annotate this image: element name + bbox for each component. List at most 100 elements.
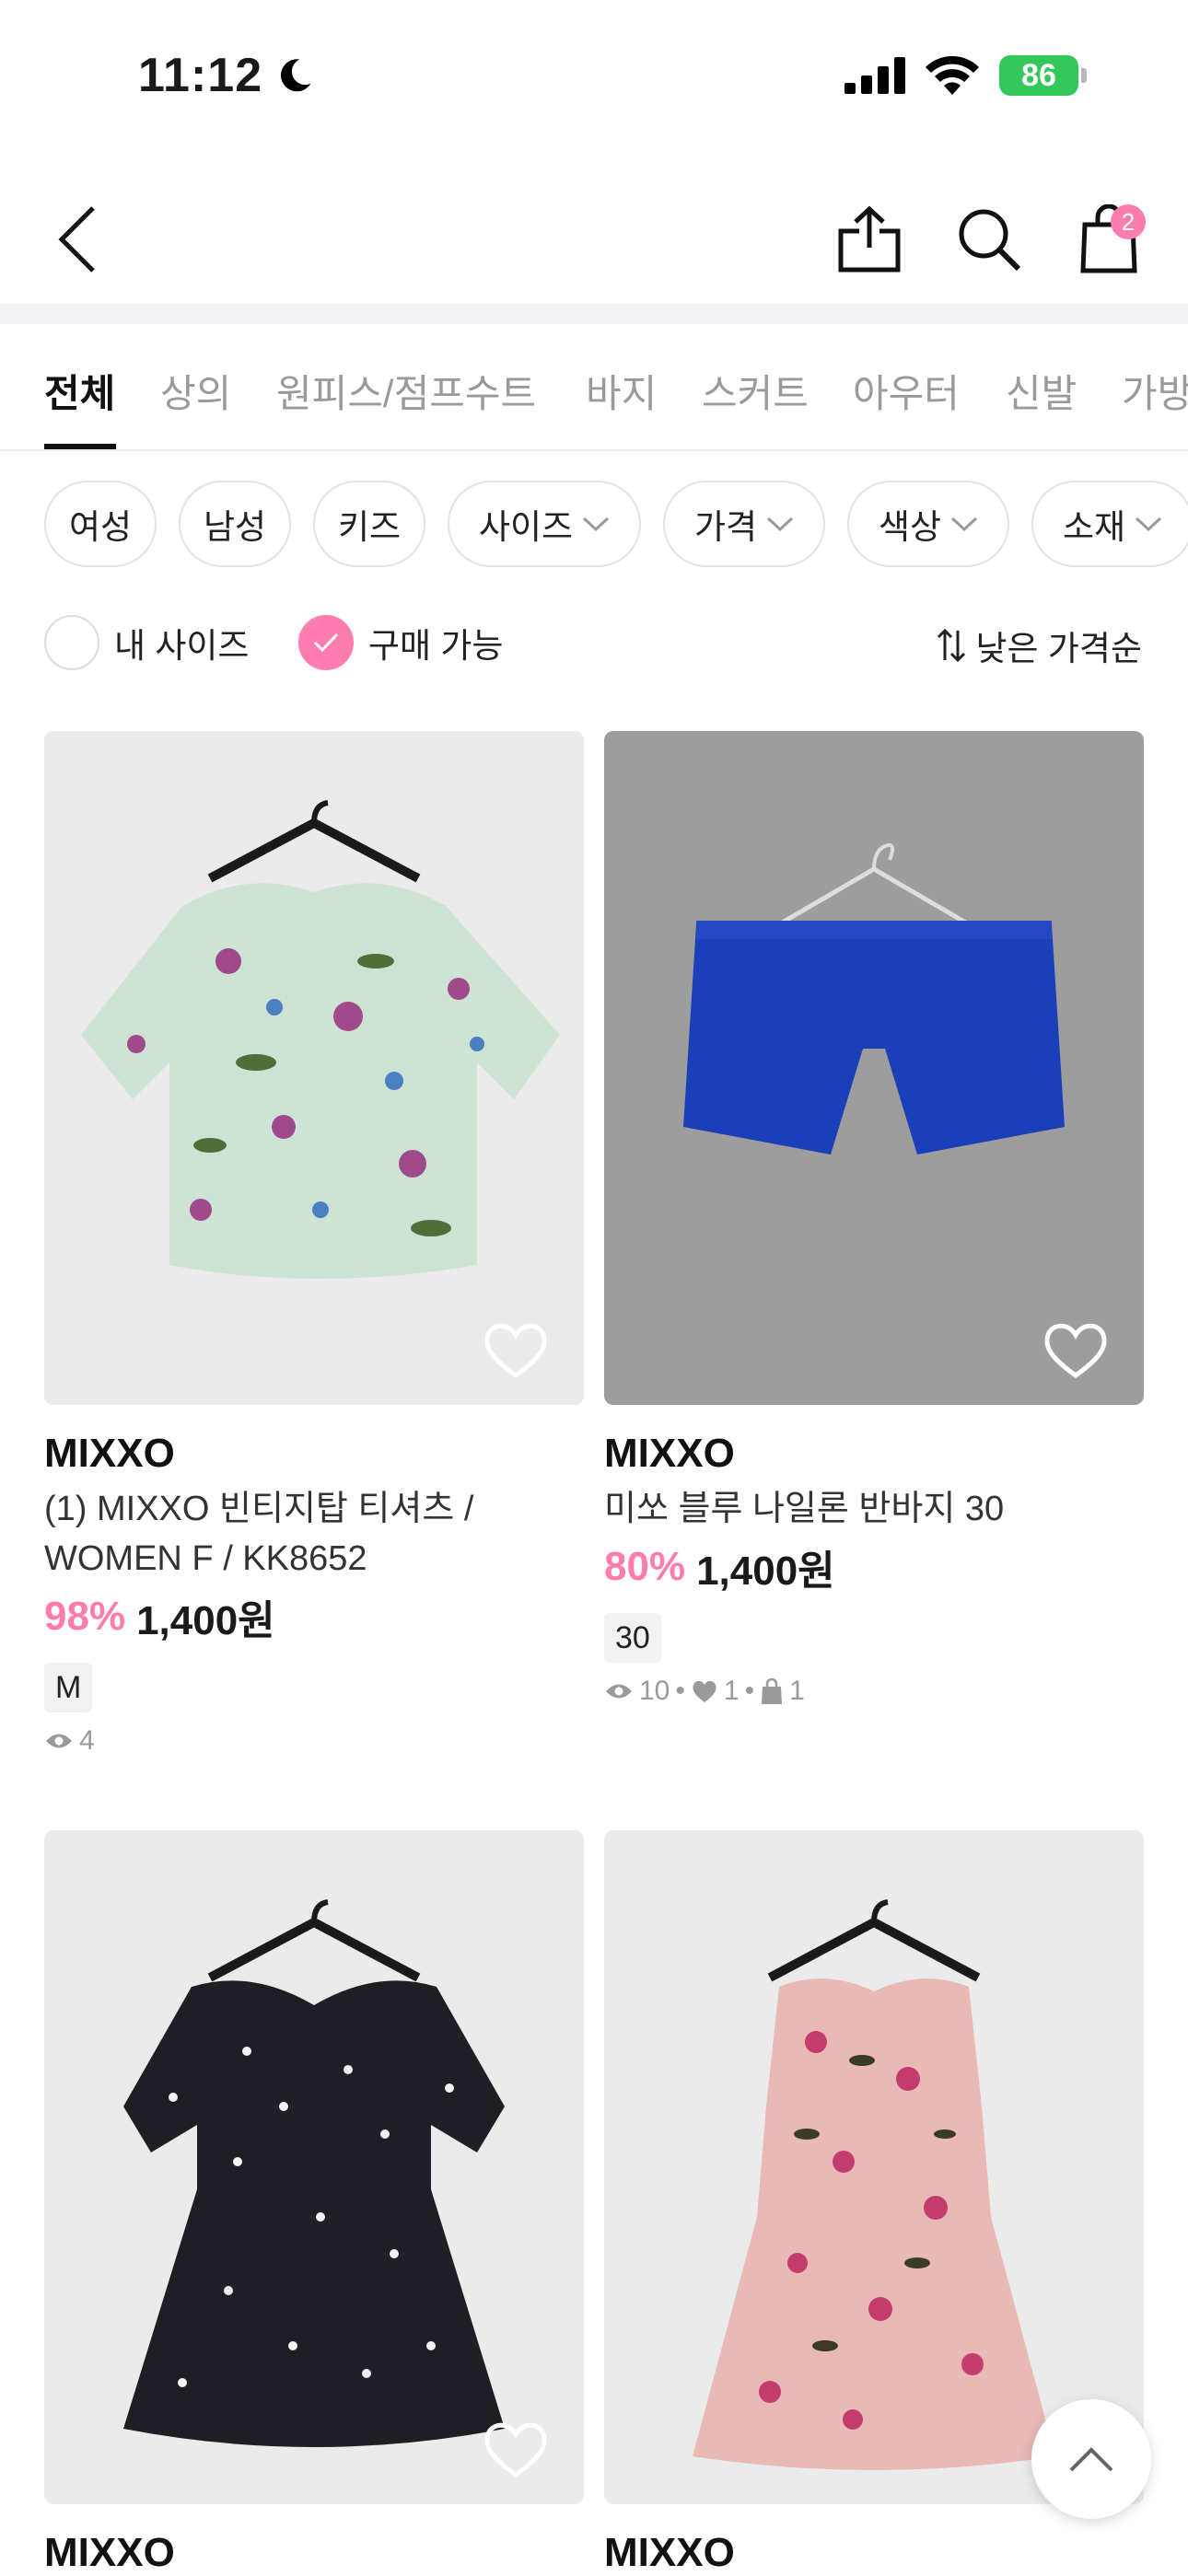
available-toggle[interactable]: 구매 가능 (298, 615, 503, 670)
product-image[interactable] (604, 731, 1144, 1405)
wifi-icon (926, 56, 979, 95)
status-indicators: 86 (844, 55, 1087, 96)
filter-chip-size[interactable]: 사이즈 (448, 481, 641, 567)
like-count: 1 (723, 1676, 740, 1706)
chip-label: 소재 (1062, 508, 1126, 546)
chevron-down-icon (583, 516, 610, 532)
cart-count-badge: 2 (1111, 204, 1146, 239)
product-price: 1,400원 (136, 1598, 275, 1643)
sales-count: 1 (789, 1676, 805, 1706)
stat-separator: • (744, 1676, 755, 1706)
product-image[interactable] (44, 731, 584, 1405)
discount-rate: 98% (44, 1594, 126, 1639)
my-size-checkbox[interactable] (44, 615, 99, 670)
eye-icon (606, 1684, 632, 1699)
chevron-down-icon (1136, 516, 1162, 532)
search-button[interactable] (945, 195, 1033, 284)
chip-label: 사이즈 (478, 508, 574, 546)
share-button[interactable] (825, 195, 914, 284)
product-price-line: 80% 1,400원 (604, 1537, 1144, 1596)
tab-tops[interactable]: 상의 (160, 363, 231, 419)
heart-icon[interactable] (1041, 1315, 1111, 1385)
status-bar: 11:12 86 (0, 0, 1188, 157)
filter-chip-color[interactable]: 색상 (847, 481, 1009, 567)
product-card[interactable]: MIXXO 미쏘 블루 나일론 반바지 30 80% 1,400원 30 10 … (604, 731, 1144, 1707)
active-tab-indicator (44, 444, 116, 449)
product-card[interactable]: MIXXO (44, 1830, 584, 2576)
view-count: 10 (639, 1676, 670, 1706)
blue-shorts-illustration (683, 843, 1065, 1155)
size-tag: M (44, 1663, 93, 1712)
nav-bar: 2 (0, 175, 1188, 304)
chevron-left-icon (58, 206, 95, 273)
sort-arrows-icon (937, 628, 965, 663)
heart-icon[interactable] (481, 2414, 551, 2484)
discount-rate: 80% (604, 1544, 686, 1589)
filter-chip-price[interactable]: 가격 (663, 481, 825, 567)
black-dress-illustration (123, 1899, 505, 2447)
my-size-toggle[interactable]: 내 사이즈 (44, 615, 249, 670)
filter-chip-material[interactable]: 소재 (1031, 481, 1188, 567)
filter-chip-kids[interactable]: 키즈 (313, 481, 425, 567)
battery-indicator: 86 (999, 55, 1087, 96)
eye-icon (46, 1734, 72, 1748)
size-tag: 30 (604, 1613, 661, 1663)
chip-label: 남성 (203, 508, 267, 546)
moon-icon (281, 59, 311, 92)
stat-separator: • (675, 1676, 685, 1706)
product-brand: MIXXO (604, 1431, 735, 1476)
product-price-line: 98% 1,400원 (44, 1587, 584, 1646)
product-price: 1,400원 (696, 1549, 835, 1594)
share-icon (838, 205, 901, 273)
chip-label: 키즈 (337, 508, 402, 546)
product-image[interactable] (604, 1830, 1144, 2504)
available-checkbox[interactable] (298, 615, 354, 670)
view-count: 4 (79, 1725, 95, 1756)
filter-chip-women[interactable]: 여성 (44, 481, 157, 567)
tab-all[interactable]: 전체 (44, 363, 115, 419)
signal-icon (844, 57, 905, 94)
chip-label: 가격 (693, 508, 758, 546)
chip-label: 여성 (68, 508, 133, 546)
floral-blouse-illustration (81, 800, 560, 1279)
product-brand: MIXXO (44, 1431, 175, 1476)
filter-chip-men[interactable]: 남성 (179, 481, 291, 567)
tab-dresses-jumpsuits[interactable]: 원피스/점프수트 (276, 363, 536, 419)
tab-outerwear[interactable]: 아우터 (853, 363, 960, 419)
section-divider (0, 304, 1188, 324)
product-name: (1) MIXXO 빈티지탑 티셔츠 / WOMEN F / KK8652 (44, 1490, 474, 1578)
checkmark-icon (313, 632, 339, 653)
tab-pants[interactable]: 바지 (586, 363, 657, 419)
status-time: 11:12 (138, 48, 314, 103)
bag-filled-icon (762, 1677, 783, 1704)
scroll-to-top-button[interactable] (1031, 2399, 1151, 2519)
battery-level: 86 (999, 55, 1078, 96)
cart-button[interactable]: 2 (1065, 195, 1153, 284)
product-stats: 10 • 1 • 1 (604, 1676, 1144, 1707)
my-size-label: 내 사이즈 (114, 627, 250, 665)
category-tabs: 전체 상의 원피스/점프수트 바지 스커트 아우터 신발 가방 (0, 324, 1188, 451)
battery-cap (1081, 68, 1087, 83)
filter-chips: 여성 남성 키즈 사이즈 가격 색상 소재 (0, 481, 1188, 569)
heart-icon[interactable] (481, 1315, 551, 1385)
sort-button[interactable]: 낮은 가격순 (936, 621, 1142, 670)
product-stats: 4 (44, 1725, 584, 1757)
chevron-down-icon (767, 516, 794, 532)
pink-floral-dress-illustration (693, 1899, 1055, 2470)
available-label: 구매 가능 (368, 627, 504, 665)
status-time-text: 11:12 (138, 49, 263, 102)
sort-label: 낮은 가격순 (975, 630, 1142, 667)
filter-toggles: 내 사이즈 구매 가능 낮은 가격순 (0, 615, 1188, 679)
back-button[interactable] (33, 195, 122, 284)
product-image[interactable] (44, 1830, 584, 2504)
tab-skirts[interactable]: 스커트 (702, 363, 809, 419)
product-brand: MIXXO (44, 2530, 175, 2575)
product-card[interactable]: MIXXO (1) MIXXO 빈티지탑 티셔츠 / WOMEN F / KK8… (44, 731, 584, 1757)
tab-shoes[interactable]: 신발 (1006, 363, 1077, 419)
chevron-down-icon (951, 516, 978, 532)
tab-bags[interactable]: 가방 (1122, 363, 1188, 419)
search-icon (959, 209, 1021, 272)
heart-filled-icon (693, 1680, 716, 1702)
chevron-up-icon (1069, 2447, 1113, 2472)
chip-label: 색상 (878, 508, 942, 546)
